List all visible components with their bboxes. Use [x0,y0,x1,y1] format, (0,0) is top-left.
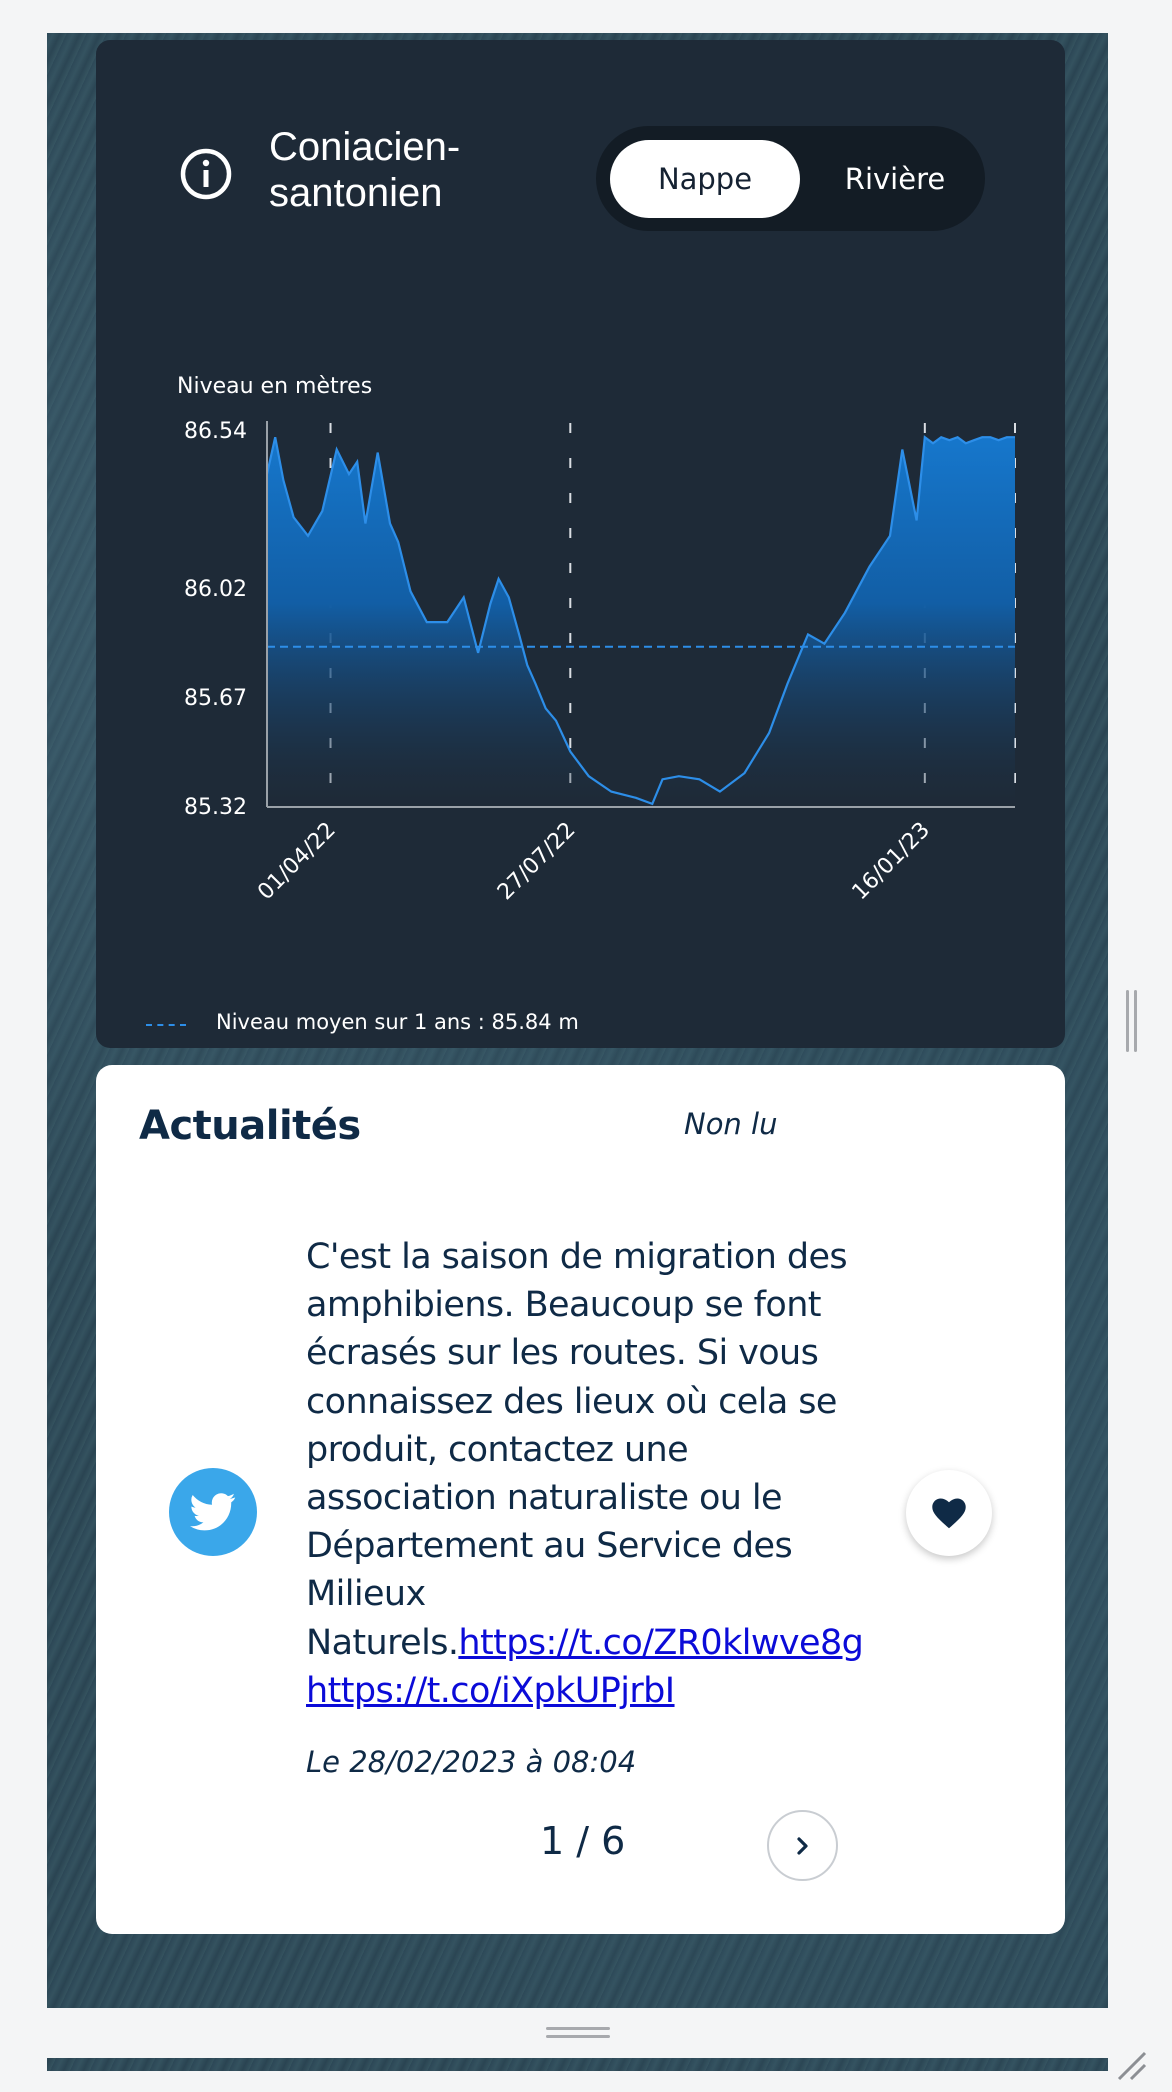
y-tick-label: 85.32 [184,795,247,820]
horizontal-resize-grip[interactable] [546,2027,610,2039]
chevron-right-icon [796,1836,808,1855]
vertical-resize-grip[interactable] [1126,990,1138,1052]
next-news-button[interactable] [767,1810,838,1881]
y-tick-label: 86.02 [184,577,247,602]
tweet-link-1[interactable]: https://t.co/ZR0klwve8g [458,1623,863,1663]
tweet-date: Le 28/02/2023 à 08:04 [306,1745,637,1779]
x-tick-label: 01/04/22 [253,818,341,906]
level-area [267,437,1015,807]
x-tick-label: 27/07/22 [493,818,581,906]
x-tick-label: 16/01/23 [848,818,936,906]
legend-dashed-swatch [146,1024,186,1026]
water-level-chart: 86.54 86.02 85.67 85.32 01/04/22 27/07/22 16/… [184,419,1016,906]
news-card: Actualités Non lu C'est la saison de mig… [96,1065,1065,1934]
tweet-body: C'est la saison de migration des amphibi… [306,1233,866,1715]
twitter-icon [169,1468,257,1556]
heart-icon [932,1498,966,1529]
y-tick-label: 86.54 [184,419,247,444]
resize-corner-icon[interactable] [1115,2049,1149,2083]
legend-text: Niveau moyen sur 1 ans : 85.84 m [216,1010,579,1034]
news-title: Actualités [139,1103,361,1149]
like-button[interactable] [906,1470,992,1556]
right-gutter [1108,33,1156,2071]
tweet-link-2[interactable]: https://t.co/iXpkUPjrbI [306,1671,675,1711]
y-tick-label: 85.67 [184,686,247,711]
news-pager: 1 / 6 [540,1819,626,1863]
unread-filter[interactable]: Non lu [684,1107,777,1141]
tweet-text: C'est la saison de migration des amphibi… [306,1237,848,1663]
groundwater-chart-card: Coniacien- santonien Nappe Rivière Nivea… [96,40,1065,1048]
